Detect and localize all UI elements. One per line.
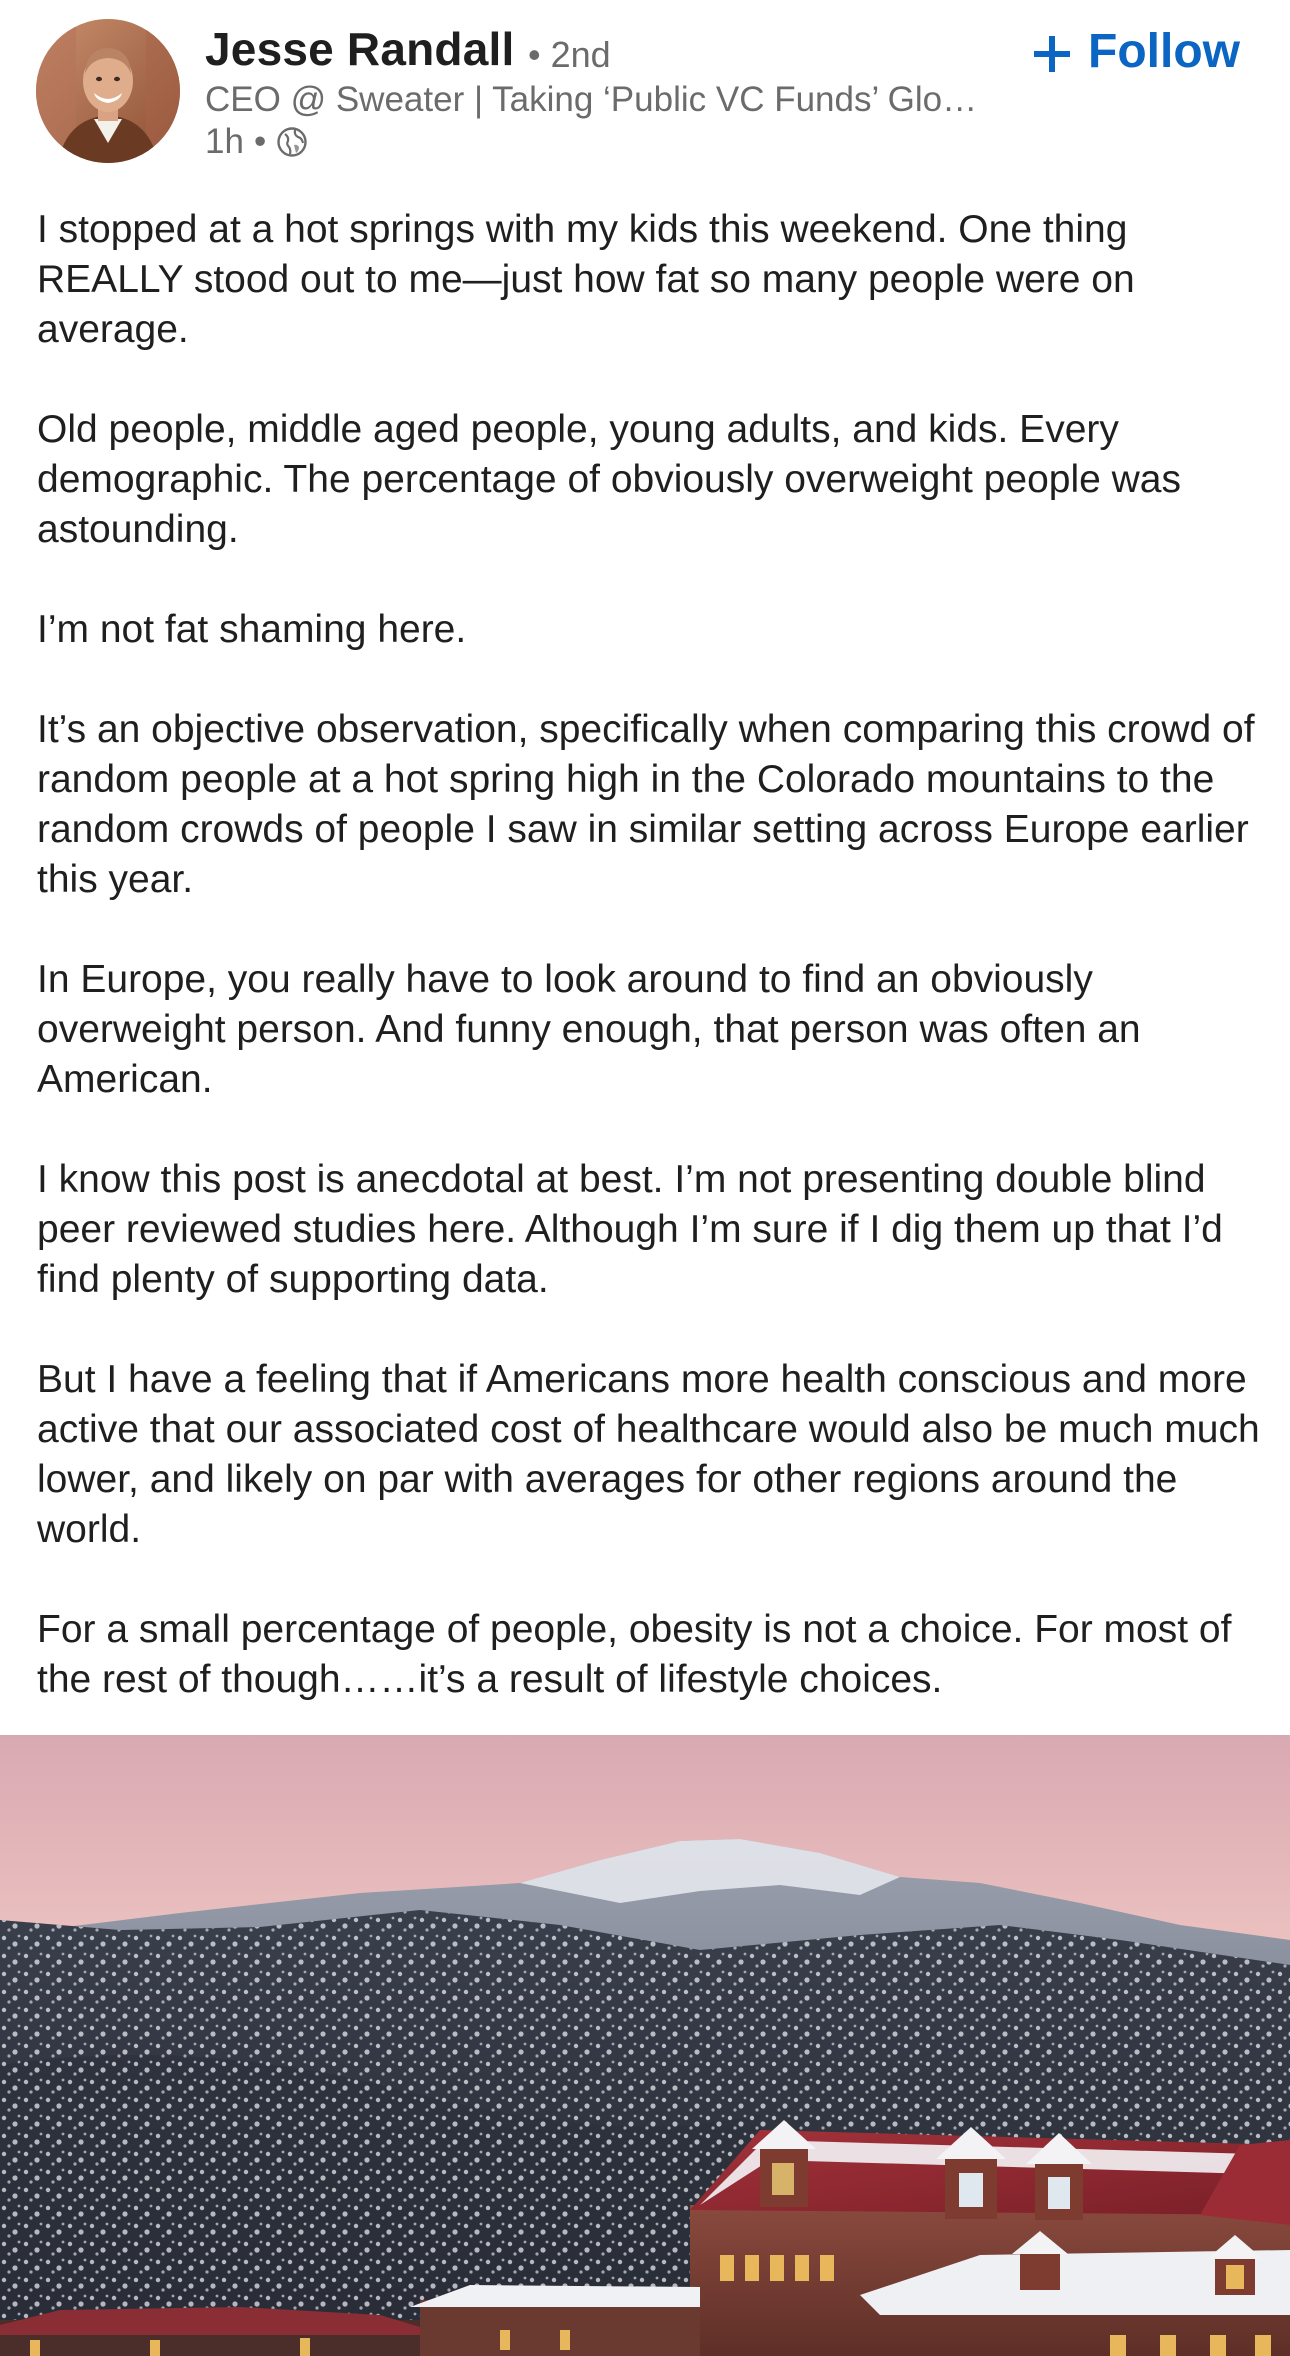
post-paragraph: I’m not fat shaming here. [37, 608, 467, 651]
post-paragraph: I stopped at a hot springs with my kids … [37, 208, 1135, 351]
post-paragraph: But I have a feeling that if Americans m… [37, 1358, 1260, 1551]
connection-degree: • 2nd [528, 34, 611, 75]
plus-icon [1032, 31, 1072, 72]
post-paragraph: I know this post is anecdotal at best. I… [37, 1158, 1223, 1301]
globe-icon [276, 126, 308, 158]
post-meta: 1h • [205, 122, 308, 162]
meta-separator: • [253, 122, 267, 161]
follow-label: Follow [1088, 24, 1240, 78]
post-paragraph: Old people, middle aged people, young ad… [37, 408, 1181, 551]
post-paragraph: It’s an objective observation, specifica… [37, 708, 1255, 901]
author-headline: CEO @ Sweater | Taking ‘Public VC Funds’… [205, 80, 978, 119]
post-paragraph: In Europe, you really have to look aroun… [37, 958, 1141, 1101]
follow-button[interactable]: Follow [1032, 20, 1240, 82]
author-avatar[interactable] [36, 19, 180, 163]
post-header: Jesse Randall • 2nd CEO @ Sweater | Taki… [0, 0, 1290, 170]
post-text: I stopped at a hot springs with my kids … [37, 205, 1262, 1705]
author-name[interactable]: Jesse Randall [205, 22, 514, 76]
post-image[interactable] [0, 1735, 1290, 2356]
post-paragraph: For a small percentage of people, obesit… [37, 1608, 1232, 1701]
post-time: 1h [205, 122, 244, 161]
